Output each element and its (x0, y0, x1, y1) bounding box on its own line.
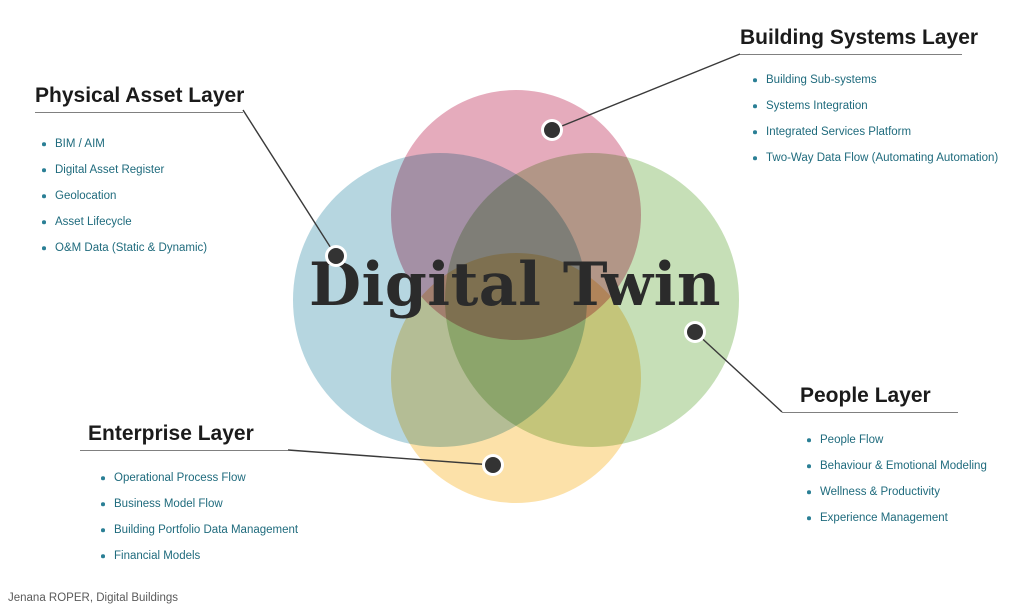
list-item: Geolocation (35, 183, 244, 209)
leader-dot-enterprise (482, 454, 504, 476)
list-item: Behaviour & Emotional Modeling (800, 453, 987, 479)
heading-rule-physical-asset (35, 112, 243, 114)
leader-line-physical (242, 109, 337, 257)
leader-dot-people (684, 321, 706, 343)
list-item: Business Model Flow (94, 491, 298, 517)
bullet-icon (807, 438, 811, 442)
layer-heading-people: People Layer (800, 384, 931, 407)
list-item-label: Business Model Flow (114, 498, 223, 511)
list-item-label: Building Sub-systems (766, 74, 877, 87)
list-item: Wellness & Productivity (800, 479, 987, 505)
list-item-label: Behaviour & Emotional Modeling (820, 460, 987, 473)
list-item-label: O&M Data (Static & Dynamic) (55, 242, 208, 255)
bullet-icon (807, 464, 811, 468)
bullet-icon (42, 194, 46, 198)
layer-item-list-building-systems: Building Sub-systems Systems Integration… (746, 67, 998, 171)
bullet-icon (807, 490, 811, 494)
list-item: Building Sub-systems (746, 67, 998, 93)
bullet-icon (101, 476, 105, 480)
list-item-label: People Flow (820, 434, 884, 447)
layer-item-list-enterprise: Operational Process Flow Business Model … (94, 465, 298, 569)
list-item: Digital Asset Register (35, 157, 244, 183)
list-item: Financial Models (94, 543, 298, 569)
list-item-label: Integrated Services Platform (766, 126, 912, 139)
list-item-label: Digital Asset Register (55, 164, 165, 177)
layer-block-enterprise: Enterprise Layer Operational Process Flo… (80, 422, 298, 569)
leader-line-building (551, 53, 741, 131)
heading-rule-enterprise (80, 450, 288, 452)
bullet-icon (42, 142, 46, 146)
bullet-icon (42, 246, 46, 250)
leader-line-enterprise (287, 449, 494, 466)
bullet-icon (42, 168, 46, 172)
list-item-label: Operational Process Flow (114, 472, 246, 485)
bullet-icon (101, 554, 105, 558)
bullet-icon (101, 502, 105, 506)
layer-block-building-systems: Building Systems Layer Building Sub-syst… (740, 26, 998, 171)
leader-dot-enterprise-core (485, 457, 501, 473)
heading-rule-people (782, 412, 958, 414)
list-item: People Flow (800, 427, 987, 453)
leader-dot-building (541, 119, 563, 141)
list-item-label: Wellness & Productivity (820, 486, 940, 499)
layer-item-list-physical-asset: BIM / AIM Digital Asset Register Geoloca… (35, 131, 244, 261)
leader-dot-building-core (544, 122, 560, 138)
layer-heading-enterprise: Enterprise Layer (88, 422, 254, 445)
list-item-label: Asset Lifecycle (55, 216, 132, 229)
list-item: BIM / AIM (35, 131, 244, 157)
list-item-label: Financial Models (114, 550, 201, 563)
layer-heading-physical-asset: Physical Asset Layer (35, 84, 245, 107)
list-item-label: Experience Management (820, 512, 948, 525)
bullet-icon (753, 104, 757, 108)
layer-heading-building-systems: Building Systems Layer (740, 26, 979, 49)
list-item: Integrated Services Platform (746, 119, 998, 145)
list-item: Two-Way Data Flow (Automating Automation… (746, 145, 998, 171)
list-item-label: Geolocation (55, 190, 117, 203)
bullet-icon (807, 516, 811, 520)
bullet-icon (753, 130, 757, 134)
list-item: Systems Integration (746, 93, 998, 119)
list-item-label: Building Portfolio Data Management (114, 524, 299, 537)
list-item: O&M Data (Static & Dynamic) (35, 235, 244, 261)
center-title: Digital Twin (309, 250, 721, 320)
layer-item-list-people: People Flow Behaviour & Emotional Modeli… (800, 427, 987, 531)
layer-block-physical-asset: Physical Asset Layer BIM / AIM Digital A… (35, 84, 244, 261)
bullet-icon (753, 78, 757, 82)
list-item-label: Two-Way Data Flow (Automating Automation… (766, 152, 999, 165)
diagram-canvas: Digital Twin Physical Asset Layer BIM / … (0, 0, 1026, 616)
bullet-icon (101, 528, 105, 532)
bullet-icon (753, 156, 757, 160)
layer-block-people: People Layer People Flow Behaviour & Emo… (782, 384, 987, 531)
bullet-icon (42, 220, 46, 224)
list-item: Building Portfolio Data Management (94, 517, 298, 543)
list-item: Asset Lifecycle (35, 209, 244, 235)
leader-dot-people-core (687, 324, 703, 340)
heading-rule-building-systems (740, 54, 962, 56)
list-item: Experience Management (800, 505, 987, 531)
list-item: Operational Process Flow (94, 465, 298, 491)
leader-line-people (694, 331, 783, 413)
list-item-label: Systems Integration (766, 100, 868, 113)
list-item-label: BIM / AIM (55, 138, 105, 151)
footer-credit: Jenana ROPER, Digital Buildings (8, 592, 179, 604)
